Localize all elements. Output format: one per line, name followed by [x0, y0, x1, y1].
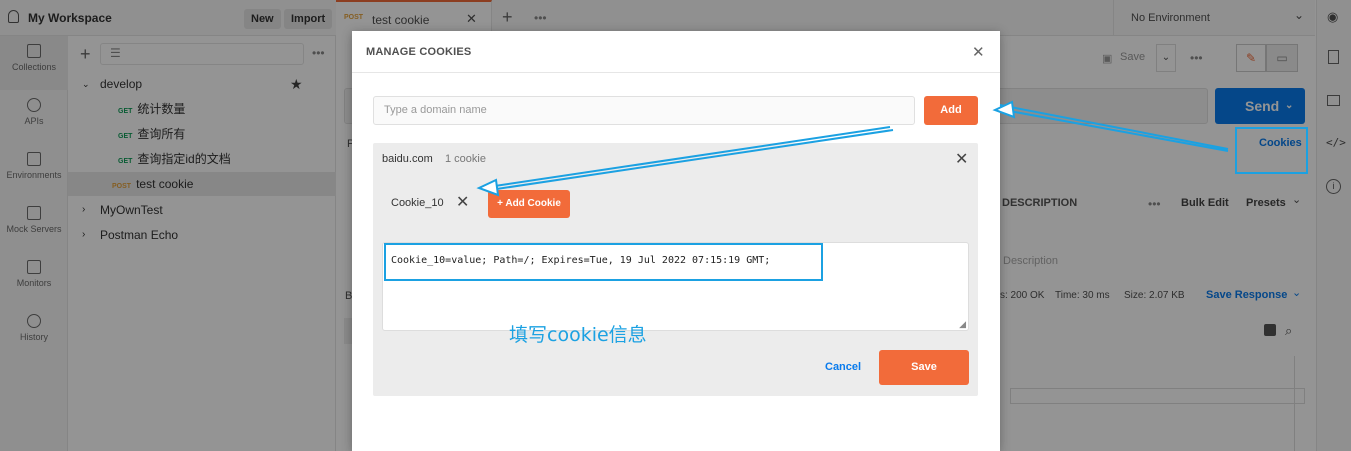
- arrow-to-cookie-chip: [487, 126, 894, 191]
- arrow-to-add-button: [999, 104, 1229, 152]
- arrowhead-chip: [476, 178, 500, 197]
- annotation-arrows: [476, 100, 1229, 197]
- arrowhead-add: [992, 100, 1016, 119]
